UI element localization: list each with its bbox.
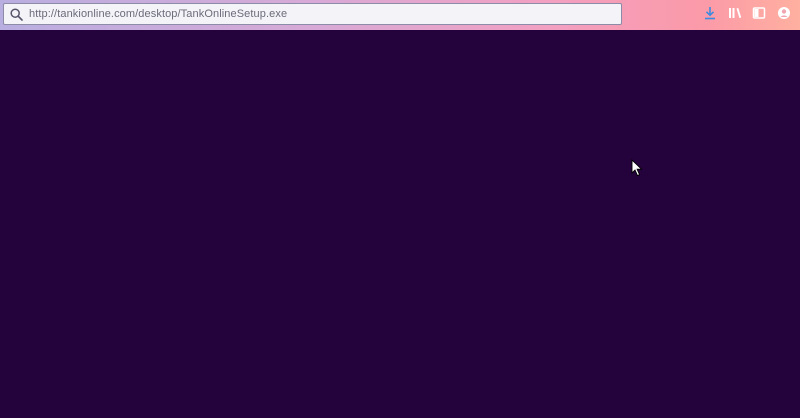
download-button[interactable] — [702, 6, 718, 22]
sidebar-button[interactable] — [751, 6, 767, 22]
browser-toolbar: http://tankionline.com/desktop/TankOnlin… — [0, 0, 800, 30]
url-bar[interactable]: http://tankionline.com/desktop/TankOnlin… — [3, 3, 622, 25]
page-content — [0, 30, 800, 418]
download-icon — [703, 5, 717, 24]
library-button[interactable] — [727, 6, 743, 22]
mouse-cursor-icon — [631, 158, 643, 177]
account-button[interactable] — [776, 6, 792, 22]
account-icon — [777, 5, 791, 24]
search-icon — [9, 7, 23, 21]
url-text[interactable]: http://tankionline.com/desktop/TankOnlin… — [29, 8, 287, 20]
library-icon — [728, 5, 743, 24]
sidebar-icon — [752, 5, 766, 24]
